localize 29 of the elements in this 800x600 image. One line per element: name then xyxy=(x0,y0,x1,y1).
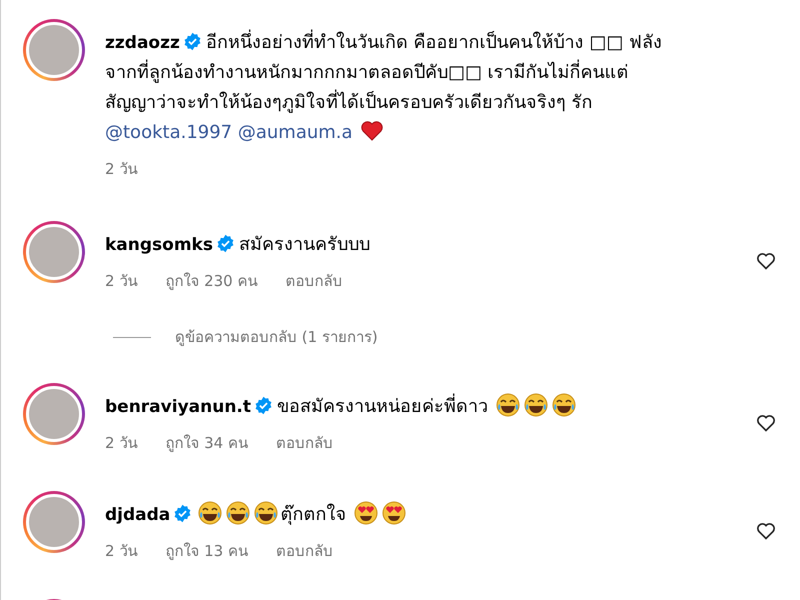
laughing-face-icon xyxy=(496,393,520,417)
laughing-face-icon xyxy=(552,393,576,417)
like-count[interactable]: ถูกใจ 13 คน xyxy=(165,539,248,563)
caption-text: zzdaozz อีกหนึ่งอย่างที่ทำในวันเกิด คืออยากเป็นคนให้บ้าง □□ ฟลังจากที่ลูกน้องทำงานหนักมากกกมาตลอดปีคับ□□ เรามีกันไม่กี่คนแต่สัญญาว่าจะทำให้น้องๆภูมิใจที่ได้เป็นครอบครัวเดียวกันจริงๆ รัก @tookta.1997 @aumaum.a xyxy=(105,28,665,148)
timestamp: 2 วัน xyxy=(105,433,138,454)
reply-link[interactable]: ตอบกลับ xyxy=(276,539,333,563)
like-count[interactable]: ถูกใจ 230 คน xyxy=(165,269,258,293)
like-count[interactable]: ถูกใจ 34 คน xyxy=(165,431,248,455)
comment-text: benraviyanun.t ขอสมัครงานหน่อยค่ะพี่ดาว xyxy=(105,392,736,422)
heart-icon xyxy=(360,119,384,143)
laughing-face-icon xyxy=(198,501,222,525)
view-replies-button[interactable]: ดูข้อความตอบกลับ (1 รายการ) xyxy=(175,325,378,349)
timestamp: 2 วัน xyxy=(105,541,138,562)
mention-link[interactable]: @aumaum.a xyxy=(238,122,353,143)
mention-link[interactable]: @tookta.1997 xyxy=(105,122,232,143)
heart-eyes-face-icon xyxy=(382,501,406,525)
reply-link[interactable]: ตอบกลับ xyxy=(285,269,342,293)
reply-link[interactable]: ตอบกลับ xyxy=(276,431,333,455)
laughing-face-icon xyxy=(254,501,278,525)
heart-eyes-face-icon xyxy=(354,501,378,525)
like-button[interactable] xyxy=(756,521,776,541)
laughing-face-icon xyxy=(524,393,548,417)
comment-text: kangsomks สมัครงานครับบบ xyxy=(105,233,371,257)
like-button[interactable] xyxy=(756,413,776,433)
laughing-face-icon xyxy=(226,501,250,525)
comment-text: djdada ตุ๊กตกใจ xyxy=(105,500,736,530)
timestamp: 2 วัน xyxy=(105,271,138,292)
like-button[interactable] xyxy=(756,251,776,271)
timestamp: 2 วัน xyxy=(105,159,138,180)
